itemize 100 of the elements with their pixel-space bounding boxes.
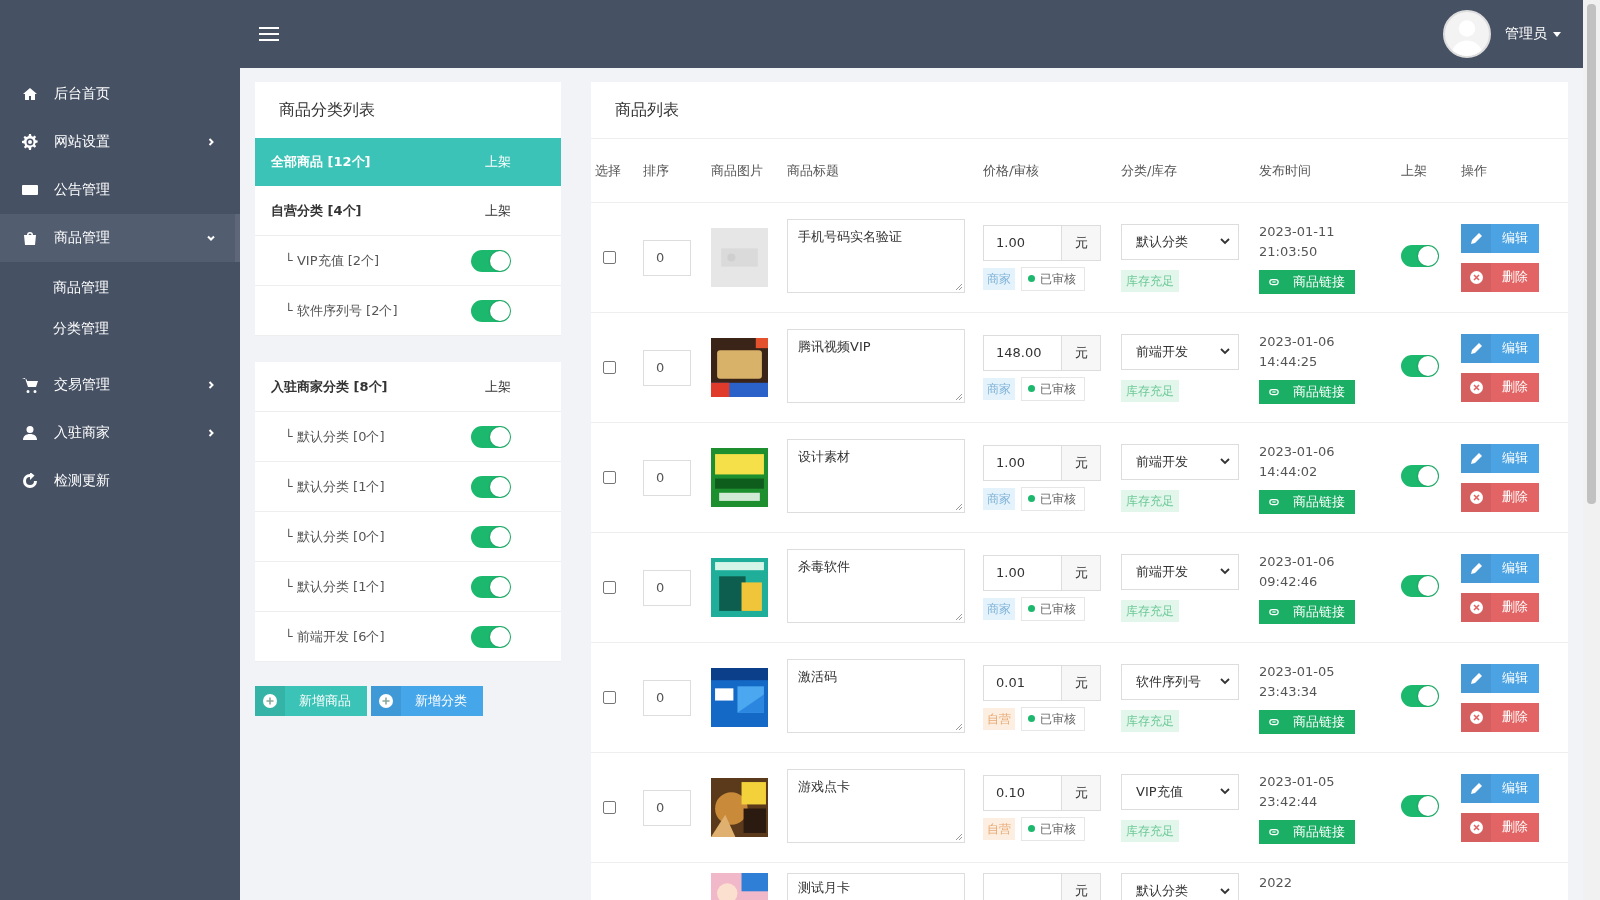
close-icon bbox=[1469, 380, 1483, 394]
seller-tag: 商家 bbox=[983, 267, 1015, 290]
resize-handle-icon[interactable] bbox=[955, 722, 963, 731]
column-header: 操作 bbox=[1461, 162, 1487, 178]
category-select[interactable]: 前端开发 bbox=[1121, 333, 1239, 370]
row-checkbox[interactable] bbox=[603, 581, 616, 594]
row-checkbox[interactable] bbox=[603, 251, 616, 264]
category-name: 入驻商家分类 [8个] bbox=[271, 377, 389, 396]
sort-field[interactable]: 0 bbox=[643, 459, 691, 496]
category-select[interactable]: 前端开发 bbox=[1121, 553, 1239, 590]
sidebar-item[interactable]: 商品管理 bbox=[0, 214, 240, 262]
title-field[interactable]: 杀毒软件 bbox=[787, 548, 965, 623]
menu-icon[interactable] bbox=[258, 25, 280, 43]
resize-handle-icon[interactable] bbox=[955, 612, 963, 621]
sidebar-item[interactable]: 交易管理 bbox=[0, 361, 240, 409]
toggle-switch[interactable] bbox=[471, 575, 511, 598]
toggle-switch[interactable] bbox=[471, 475, 511, 498]
row-checkbox[interactable] bbox=[603, 361, 616, 374]
sidebar-item[interactable]: 入驻商家 bbox=[0, 409, 240, 457]
review-tag: 已审核 bbox=[1021, 596, 1085, 621]
toggle-switch[interactable] bbox=[1401, 685, 1439, 707]
column-header: 排序 bbox=[643, 162, 669, 178]
toggle-switch[interactable] bbox=[471, 525, 511, 548]
link-icon bbox=[1269, 277, 1279, 286]
category-name[interactable]: └ 默认分类 [0个] bbox=[285, 427, 471, 446]
toggle-switch[interactable] bbox=[1401, 795, 1439, 817]
category-name: 全部商品 [12个] bbox=[271, 153, 372, 171]
seller-tag: 商家 bbox=[983, 597, 1015, 620]
sidebar-label: 检测更新 bbox=[54, 472, 111, 490]
stock-tag: 库存充足 bbox=[1121, 269, 1179, 292]
scrollbar[interactable] bbox=[1583, 0, 1600, 900]
chevron-down-icon bbox=[1220, 568, 1230, 575]
avatar-icon[interactable] bbox=[1443, 10, 1491, 58]
toggle-switch[interactable] bbox=[1401, 575, 1439, 597]
toggle-switch[interactable] bbox=[1401, 245, 1439, 267]
plus-icon bbox=[379, 694, 393, 708]
link-icon bbox=[1269, 497, 1279, 506]
row-checkbox[interactable] bbox=[603, 471, 616, 484]
sidebar-item[interactable]: 网站设置 bbox=[0, 118, 240, 166]
settings-icon bbox=[22, 134, 38, 150]
row-checkbox[interactable] bbox=[603, 801, 616, 814]
scrollbar-thumb[interactable] bbox=[1587, 4, 1596, 504]
title-field[interactable]: 设计素材 bbox=[787, 438, 965, 513]
sort-field[interactable]: 0 bbox=[643, 349, 691, 386]
cart-icon bbox=[22, 377, 38, 393]
category-name[interactable]: └ 默认分类 [1个] bbox=[285, 477, 471, 496]
sort-field[interactable]: 0 bbox=[643, 789, 691, 826]
toggle-switch[interactable] bbox=[1401, 465, 1439, 487]
sidebar-item[interactable]: 检测更新 bbox=[0, 457, 240, 505]
category-name[interactable]: └ 默认分类 [0个] bbox=[285, 527, 471, 546]
status-label: 上架 bbox=[485, 377, 511, 396]
category-group-row[interactable]: 入驻商家分类 [8个] 上架 bbox=[255, 362, 561, 412]
category-name[interactable]: └ 前端开发 [6个] bbox=[285, 627, 471, 646]
publish-time: 23:43:34 bbox=[1259, 682, 1319, 701]
submenu-item[interactable]: 商品管理 bbox=[53, 279, 109, 295]
seller-tag: 商家 bbox=[983, 377, 1015, 400]
category-name[interactable]: └ 软件序列号 [2个] bbox=[285, 301, 471, 320]
toggle-switch[interactable] bbox=[471, 249, 511, 272]
chevron-down-icon bbox=[1220, 348, 1230, 355]
chevron-down-icon bbox=[1220, 238, 1230, 245]
toggle-switch[interactable] bbox=[471, 625, 511, 648]
sidebar-label: 网站设置 bbox=[54, 133, 111, 151]
publish-date: 2023-01-06 bbox=[1259, 552, 1336, 571]
category-name[interactable]: └ VIP充值 [2个] bbox=[285, 251, 471, 270]
category-select[interactable]: 前端开发 bbox=[1121, 443, 1239, 480]
publish-date: 2023-01-06 bbox=[1259, 442, 1336, 461]
sort-field[interactable]: 0 bbox=[643, 569, 691, 606]
category-select[interactable]: 默认分类 bbox=[1121, 873, 1239, 900]
resize-handle-icon[interactable] bbox=[955, 502, 963, 511]
publish-date: 2023-01-06 bbox=[1259, 332, 1336, 351]
toggle-switch[interactable] bbox=[1401, 355, 1439, 377]
sidebar-item[interactable]: 后台首页 bbox=[0, 70, 240, 118]
title-field[interactable]: 游戏点卡 bbox=[787, 768, 965, 843]
publish-time: 23:42:44 bbox=[1259, 792, 1319, 811]
row-checkbox[interactable] bbox=[603, 691, 616, 704]
title-field[interactable]: 激活码 bbox=[787, 658, 965, 733]
title-field[interactable]: 测试月卡 bbox=[787, 873, 965, 900]
sort-field[interactable]: 0 bbox=[643, 679, 691, 716]
stock-tag: 库存充足 bbox=[1121, 599, 1179, 622]
category-select[interactable]: 默认分类 bbox=[1121, 223, 1239, 260]
category-group-row[interactable]: 自营分类 [4个] 上架 bbox=[255, 186, 561, 236]
resize-handle-icon[interactable] bbox=[955, 282, 963, 291]
seller-tag: 自营 bbox=[983, 817, 1015, 840]
title-field[interactable]: 手机号码实名验证 bbox=[787, 218, 965, 293]
category-select[interactable]: 软件序列号 bbox=[1121, 663, 1239, 700]
title-field[interactable]: 腾讯视频VIP bbox=[787, 328, 965, 403]
resize-handle-icon[interactable] bbox=[955, 832, 963, 841]
sidebar-label: 后台首页 bbox=[54, 85, 111, 103]
stock-tag: 库存充足 bbox=[1121, 489, 1179, 512]
seller-tag: 自营 bbox=[983, 707, 1015, 730]
review-tag: 已审核 bbox=[1021, 376, 1085, 401]
resize-handle-icon[interactable] bbox=[955, 392, 963, 401]
category-select[interactable]: VIP充值 bbox=[1121, 773, 1239, 810]
sort-field[interactable]: 0 bbox=[643, 239, 691, 276]
user-menu[interactable]: 管理员 bbox=[1505, 25, 1561, 43]
sidebar-item[interactable]: 公告管理 bbox=[0, 166, 240, 214]
category-name[interactable]: └ 默认分类 [1个] bbox=[285, 577, 471, 596]
toggle-switch[interactable] bbox=[471, 299, 511, 322]
submenu-item[interactable]: 分类管理 bbox=[53, 320, 109, 336]
toggle-switch[interactable] bbox=[471, 425, 511, 448]
